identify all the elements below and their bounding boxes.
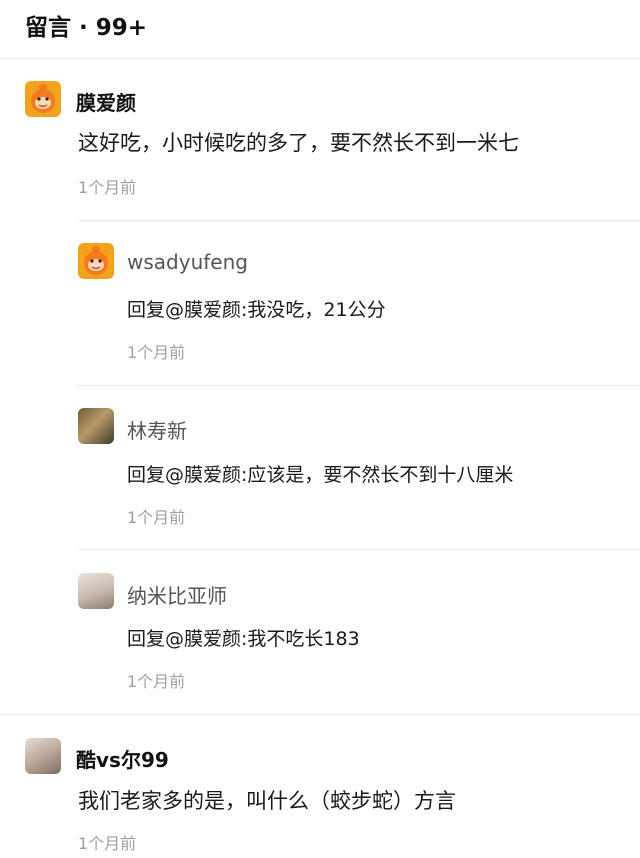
comments-header: 留言 · 99+: [25, 15, 148, 41]
mascot-icon: [84, 246, 108, 275]
mascot-icon: [31, 84, 55, 113]
header-divider: [0, 58, 640, 59]
reply-divider: [77, 220, 640, 221]
comment-author[interactable]: 酷vs尔99: [76, 744, 169, 773]
comment-author[interactable]: 膜爱颜: [76, 87, 136, 116]
reply-divider: [77, 549, 640, 550]
reply-author[interactable]: 纳米比亚师: [127, 580, 227, 609]
reply-text: 回复@膜爱颜:我不吃长183: [127, 628, 360, 650]
reply-time: 1个月前: [127, 508, 186, 527]
comment-divider: [0, 714, 640, 715]
reply-time: 1个月前: [127, 672, 186, 691]
comment-text: 这好吃，小时候吃的多了，要不然长不到一米七: [78, 131, 519, 155]
avatar[interactable]: [78, 243, 114, 279]
reply-text: 回复@膜爱颜:我没吃，21公分: [127, 299, 386, 321]
comment-time: 1个月前: [78, 834, 137, 853]
avatar[interactable]: [25, 738, 61, 774]
avatar[interactable]: [78, 573, 114, 609]
reply-divider: [77, 385, 640, 386]
avatar[interactable]: [25, 81, 61, 117]
reply-time: 1个月前: [127, 343, 186, 362]
avatar[interactable]: [78, 408, 114, 444]
comment-time: 1个月前: [78, 178, 137, 197]
reply-text: 回复@膜爱颜:应该是，要不然长不到十八厘米: [127, 464, 514, 486]
comment-text: 我们老家多的是，叫什么（蛟步蛇）方言: [78, 789, 456, 813]
reply-author[interactable]: wsadyufeng: [127, 250, 248, 274]
reply-author[interactable]: 林寿新: [127, 415, 187, 444]
